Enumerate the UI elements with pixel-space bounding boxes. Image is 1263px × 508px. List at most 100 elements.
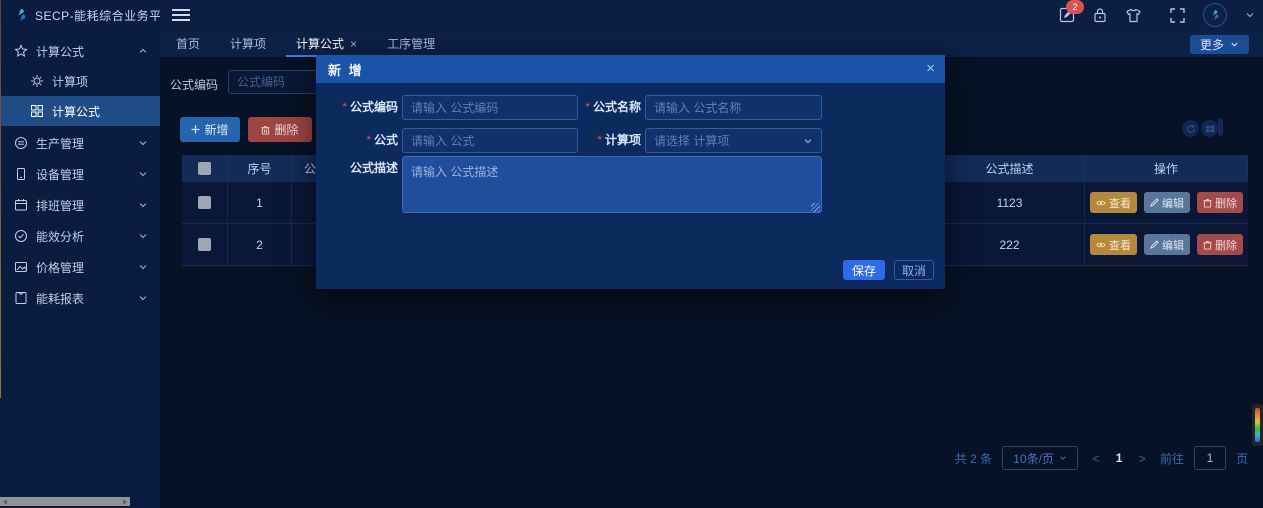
star-icon bbox=[14, 44, 28, 58]
formula-code-input[interactable] bbox=[402, 95, 578, 120]
row-checkbox[interactable] bbox=[198, 238, 211, 251]
chevron-down-icon bbox=[1230, 40, 1239, 49]
col-header-index: 序号 bbox=[228, 155, 292, 181]
lock-icon[interactable] bbox=[1093, 7, 1107, 23]
pagination-total: 共 2 条 bbox=[955, 450, 992, 467]
report-icon bbox=[14, 291, 28, 305]
horizontal-scrollbar[interactable] bbox=[0, 497, 130, 506]
sidebar-item-label: 生产管理 bbox=[36, 135, 84, 152]
image-icon bbox=[14, 260, 28, 274]
fullscreen-icon[interactable] bbox=[1170, 8, 1185, 23]
scroll-right-arrow-icon[interactable] bbox=[123, 499, 127, 505]
sidebar-item-label: 计算公式 bbox=[52, 103, 100, 120]
add-button[interactable]: 新增 bbox=[180, 117, 240, 142]
avatar-logo-icon bbox=[1210, 9, 1220, 21]
pen-icon bbox=[1150, 198, 1159, 207]
view-button[interactable]: 查看 bbox=[1090, 192, 1137, 213]
row-delete-button[interactable]: 删除 bbox=[1197, 192, 1243, 213]
tab-bar: 首页 计算项 计算公式 × 工序管理 更多 bbox=[160, 30, 1263, 57]
edit-label: 编辑 bbox=[1162, 195, 1184, 211]
goto-page-input[interactable] bbox=[1194, 446, 1226, 470]
row-delete-button[interactable]: 删除 bbox=[1197, 234, 1243, 255]
tab-calc-item[interactable]: 计算项 bbox=[228, 30, 268, 57]
chevron-down-icon bbox=[138, 169, 148, 179]
formula-desc-textarea[interactable] bbox=[402, 156, 822, 213]
row-delete-label: 删除 bbox=[1215, 237, 1237, 253]
tab-home[interactable]: 首页 bbox=[174, 30, 202, 57]
pen-icon bbox=[1150, 240, 1159, 249]
sidebar-item-label: 排班管理 bbox=[36, 197, 84, 214]
chevron-down-icon bbox=[138, 293, 148, 303]
sidebar-item-scheduling[interactable]: 排班管理 bbox=[0, 190, 160, 220]
collapse-menu-button[interactable] bbox=[172, 8, 190, 22]
row-index: 2 bbox=[228, 224, 292, 265]
sidebar: SECP-能耗综合业务平台 计算公式 bbox=[0, 0, 160, 508]
eye-icon bbox=[1096, 241, 1106, 249]
edit-label: 编辑 bbox=[1162, 237, 1184, 253]
search-field-label: 公式编码 bbox=[170, 76, 218, 93]
sidebar-item-efficiency[interactable]: 能效分析 bbox=[0, 221, 160, 251]
delete-button[interactable]: 删除 bbox=[248, 117, 312, 142]
goto-label: 前往 bbox=[1160, 450, 1184, 467]
production-icon bbox=[14, 136, 28, 150]
cancel-label: 取消 bbox=[902, 262, 926, 279]
select-all-checkbox[interactable] bbox=[198, 162, 211, 175]
scroll-left-arrow-icon[interactable] bbox=[3, 499, 7, 505]
more-tabs-button[interactable]: 更多 bbox=[1190, 35, 1249, 54]
toolbar-divider-pill bbox=[1218, 118, 1223, 136]
user-avatar[interactable] bbox=[1203, 3, 1227, 27]
view-button[interactable]: 查看 bbox=[1090, 234, 1137, 255]
sidebar-item-report[interactable]: 能耗报表 bbox=[0, 283, 160, 313]
page-size-select[interactable]: 10条/页 bbox=[1002, 446, 1078, 470]
row-delete-label: 删除 bbox=[1215, 195, 1237, 211]
modal-title: 新 增 bbox=[328, 60, 364, 79]
refresh-icon bbox=[1186, 124, 1196, 134]
tab-close-icon[interactable]: × bbox=[350, 37, 357, 51]
app-screen: SECP-能耗综合业务平台 计算公式 bbox=[0, 0, 1263, 508]
tab-calc-formula-active[interactable]: 计算公式 × bbox=[294, 30, 359, 57]
col-header-actions: 操作 bbox=[1085, 155, 1248, 181]
edit-button[interactable]: 编辑 bbox=[1144, 192, 1190, 213]
delete-label: 删除 bbox=[274, 121, 298, 138]
edit-button[interactable]: 编辑 bbox=[1144, 234, 1190, 255]
save-button[interactable]: 保存 bbox=[843, 260, 885, 280]
sidebar-item-production[interactable]: 生产管理 bbox=[0, 128, 160, 158]
formula-input[interactable] bbox=[402, 128, 578, 153]
current-page[interactable]: 1 bbox=[1114, 451, 1125, 465]
sidebar-item-calc-item[interactable]: 计算项 bbox=[0, 66, 160, 96]
formula-name-input[interactable] bbox=[645, 95, 822, 120]
message-button[interactable]: 2 bbox=[1059, 7, 1075, 23]
col-header-desc: 公式描述 bbox=[935, 155, 1085, 181]
refresh-button[interactable] bbox=[1182, 120, 1199, 137]
app-title: SECP-能耗综合业务平台 bbox=[35, 7, 174, 24]
next-page-button[interactable]: > bbox=[1134, 451, 1150, 466]
chevron-down-icon bbox=[803, 136, 813, 146]
textarea-resize-handle[interactable] bbox=[811, 203, 820, 212]
pagination: 共 2 条 10条/页 < 1 > 前往 页 bbox=[940, 445, 1248, 471]
sidebar-group-formula[interactable]: 计算公式 bbox=[0, 36, 160, 66]
row-checkbox[interactable] bbox=[198, 196, 211, 209]
prev-page-button[interactable]: < bbox=[1088, 451, 1104, 466]
column-settings-button[interactable] bbox=[1201, 120, 1218, 137]
field-label-calc-item: *计算项 bbox=[559, 128, 641, 153]
add-formula-modal: 新 增 × *公式编码 *公式名称 *公式 *计算项 请选择 计算项 公式描述 bbox=[316, 55, 945, 289]
tab-process-mgmt[interactable]: 工序管理 bbox=[385, 30, 437, 57]
user-menu-chevron-icon[interactable] bbox=[1245, 10, 1255, 20]
save-label: 保存 bbox=[852, 262, 876, 279]
sidebar-item-label: 计算项 bbox=[52, 73, 88, 90]
calc-item-select[interactable]: 请选择 计算项 bbox=[645, 128, 822, 153]
sidebar-item-device[interactable]: 设备管理 bbox=[0, 159, 160, 189]
tab-label: 计算公式 bbox=[296, 35, 344, 52]
cancel-button[interactable]: 取消 bbox=[894, 260, 934, 280]
gear-icon bbox=[30, 74, 44, 88]
row-actions: 查看 编辑 删除 bbox=[1085, 224, 1248, 265]
sidebar-item-calc-formula-active[interactable]: 计算公式 bbox=[0, 96, 160, 126]
sidebar-item-label: 能耗报表 bbox=[36, 290, 84, 307]
modal-close-icon[interactable]: × bbox=[926, 55, 935, 83]
view-label: 查看 bbox=[1109, 195, 1131, 211]
theme-shirt-icon[interactable] bbox=[1125, 8, 1142, 23]
calc-item-placeholder: 请选择 计算项 bbox=[654, 132, 803, 149]
sidebar-item-pricing[interactable]: 价格管理 bbox=[0, 252, 160, 282]
chevron-down-icon bbox=[138, 231, 148, 241]
sidebar-group-label: 计算公式 bbox=[36, 43, 84, 60]
